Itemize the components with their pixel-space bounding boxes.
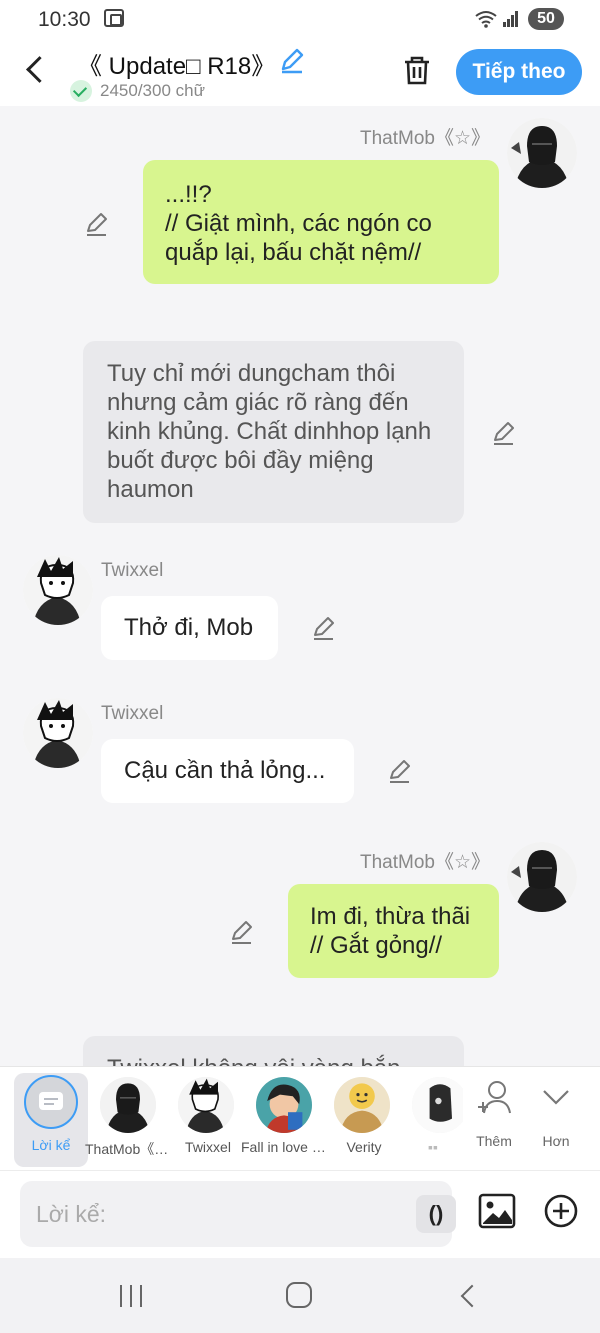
narration-icon	[24, 1075, 78, 1129]
narration-input[interactable]	[36, 1181, 396, 1247]
avatar	[178, 1077, 234, 1133]
speaker-name: Twixxel	[101, 703, 164, 724]
message-bubble[interactable]: Cậu cần thả lỏng...	[101, 739, 354, 803]
system-back-button[interactable]	[458, 1282, 480, 1308]
more-label: Hơn	[542, 1133, 570, 1149]
character-label: Verity	[346, 1139, 382, 1155]
avatar[interactable]	[507, 842, 577, 912]
add-character-button[interactable]: Thêm	[464, 1077, 524, 1157]
character-label: ▪▪	[428, 1139, 438, 1155]
next-button[interactable]: Tiếp theo	[456, 49, 582, 95]
character-label: Lời kể	[31, 1137, 71, 1153]
composer-field: ()	[20, 1181, 456, 1247]
message-bubble[interactable]: Im đi, thừa thãi // Gắt gỏng//	[288, 884, 499, 978]
character-fall-in-love[interactable]: Fall in love with you	[241, 1067, 331, 1171]
system-nav-bar	[0, 1258, 600, 1333]
avatar	[100, 1077, 156, 1133]
avatar	[412, 1077, 463, 1133]
avatar[interactable]	[507, 118, 577, 188]
speaker-name: ThatMob《☆》	[359, 128, 490, 149]
add-icon[interactable]	[543, 1193, 579, 1229]
message-bubble[interactable]: Thở đi, Mob	[101, 596, 278, 660]
image-icon[interactable]	[478, 1193, 516, 1229]
speaker-name: Twixxel	[101, 560, 164, 581]
chat-area[interactable]: ThatMob《☆》 ...!!? // Giật mình, các ngón…	[0, 106, 600, 1066]
word-count: 2450/300 chữ	[100, 81, 205, 100]
character-twixxel[interactable]: Twixxel	[169, 1067, 247, 1171]
speaker-name: ThatMob《☆》	[359, 852, 490, 873]
add-person-icon	[478, 1081, 511, 1114]
character-label: Twixxel	[185, 1139, 231, 1155]
avatar	[334, 1077, 390, 1133]
chevron-down-icon	[543, 1090, 569, 1105]
character-bar: Lời kể ThatMob《☆》 Twixxel Fall in love w…	[0, 1066, 600, 1170]
trash-icon[interactable]	[402, 54, 432, 86]
edit-pencil-icon[interactable]	[491, 420, 517, 446]
narration-bubble[interactable]: Tuy chỉ mới dungcham thôi nhưng cảm giác…	[83, 341, 464, 523]
character-partial[interactable]: ▪▪	[403, 1067, 463, 1171]
edit-title-icon[interactable]	[278, 46, 306, 74]
character-label: ThatMob《☆》	[85, 1141, 175, 1157]
add-label: Thêm	[476, 1133, 512, 1149]
signal-icon	[503, 11, 519, 27]
editor-header: 《 Update□ R18》 2450/300 chữ Tiếp theo	[0, 40, 600, 106]
edit-pencil-icon[interactable]	[387, 758, 413, 784]
composer: ()	[0, 1170, 600, 1258]
more-button[interactable]: Hơn	[526, 1077, 586, 1157]
avatar[interactable]	[23, 698, 93, 768]
screen-record-icon	[104, 9, 124, 27]
status-bar: 10:30 50	[0, 0, 600, 40]
character-thatmob[interactable]: ThatMob《☆》	[85, 1067, 175, 1171]
home-button[interactable]	[286, 1282, 312, 1308]
battery-indicator: 50	[528, 8, 564, 30]
back-button[interactable]	[22, 54, 48, 84]
narration-bubble[interactable]: Twixxel không vội vàng bắn	[83, 1036, 464, 1066]
edit-pencil-icon[interactable]	[229, 919, 255, 945]
parentheses-button[interactable]: ()	[416, 1195, 456, 1233]
character-label: Fall in love with you	[241, 1139, 331, 1155]
edit-pencil-icon[interactable]	[311, 615, 337, 641]
character-verity[interactable]: Verity	[325, 1067, 403, 1171]
check-icon	[70, 80, 92, 102]
edit-pencil-icon[interactable]	[84, 211, 110, 237]
avatar[interactable]	[23, 555, 93, 625]
message-bubble[interactable]: ...!!? // Giật mình, các ngón co quắp lạ…	[143, 160, 499, 284]
character-narration[interactable]: Lời kể	[14, 1073, 88, 1167]
story-title: 《 Update□ R18》	[78, 53, 276, 80]
avatar	[256, 1077, 312, 1133]
wifi-icon	[474, 9, 498, 34]
recent-apps-button[interactable]	[118, 1285, 144, 1307]
status-time: 10:30	[38, 8, 91, 31]
